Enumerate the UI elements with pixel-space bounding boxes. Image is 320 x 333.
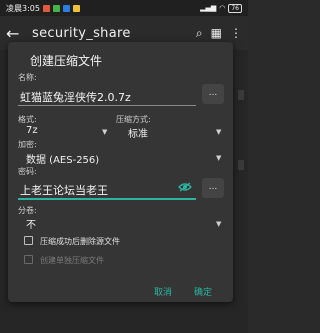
chevron-down-icon: ▼ [102, 128, 108, 136]
compression-level-select[interactable]: 标准 [128, 125, 148, 140]
delete-source-label: 压缩成功后删除源文件 [40, 237, 120, 246]
name-underline [18, 105, 196, 106]
chevron-down-icon: ▼ [216, 154, 222, 162]
split-volume-label: 分卷: [18, 206, 37, 215]
archive-name-input[interactable]: 虹猫蓝兔淫侠传2.0.7z [20, 89, 131, 105]
split-volume-select[interactable]: 不 [26, 216, 36, 231]
grid-icon[interactable]: ▦ [211, 26, 222, 41]
wechat-notification-icon [52, 4, 60, 12]
delete-source-checkbox[interactable] [24, 236, 33, 245]
status-time: 凌晨3:05 [6, 3, 40, 13]
separate-archives-label: 创建单独压缩文件 [40, 256, 104, 265]
name-label: 名称: [18, 73, 37, 82]
cancel-button[interactable]: 取消 [154, 285, 172, 298]
separate-archives-checkbox[interactable] [24, 255, 33, 264]
format-select[interactable]: 7z [26, 125, 38, 136]
search-icon[interactable]: ⌕ [196, 26, 203, 41]
ok-button[interactable]: 确定 [194, 285, 212, 298]
compression-level-label: 压缩方式: [116, 115, 151, 124]
list-item [238, 160, 244, 170]
browse-name-button[interactable]: ... [202, 84, 224, 104]
app-notification-icon [62, 4, 70, 12]
dialog-title: 创建压缩文件 [30, 54, 103, 68]
password-input[interactable]: 上老王论坛当老王 [20, 182, 108, 198]
password-label: 密码: [18, 167, 37, 176]
signal-icon: ▂▄▆ [200, 4, 217, 12]
page-title: security_share [32, 25, 131, 41]
more-vert-icon[interactable]: ⋮ [230, 26, 242, 41]
chevron-down-icon: ▼ [216, 220, 222, 228]
status-bar: 凌晨3:05 ▂▄▆ ◠ 76 [0, 0, 248, 16]
wifi-icon: ◠ [219, 4, 226, 12]
format-label: 格式: [18, 115, 37, 124]
app-notification-icon [42, 4, 50, 12]
battery-icon: 76 [228, 3, 242, 13]
password-more-button[interactable]: ... [202, 178, 224, 198]
list-item [238, 90, 244, 100]
create-archive-dialog: 创建压缩文件 名称: 虹猫蓝兔淫侠传2.0.7z ... 格式: 压缩方式: 7… [8, 42, 233, 302]
encryption-label: 加密: [18, 140, 37, 149]
arrow-back-icon[interactable]: ← [6, 24, 24, 43]
password-underline [18, 198, 196, 200]
app-notification-icon [72, 4, 80, 12]
encryption-select[interactable]: 数据 (AES-256) [26, 151, 99, 166]
chevron-down-icon: ▼ [216, 128, 222, 136]
visibility-off-icon[interactable] [178, 182, 192, 192]
